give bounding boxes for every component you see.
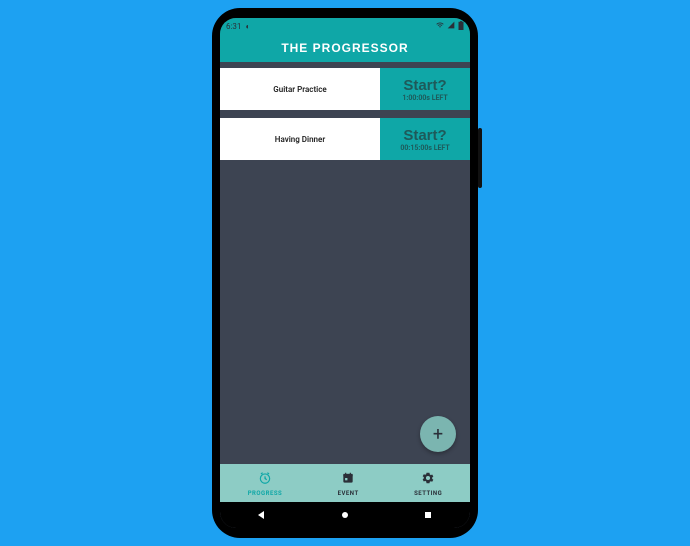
nav-setting[interactable]: SETTING bbox=[414, 470, 442, 497]
bottom-nav: PROGRESS EVENT SETTING bbox=[220, 464, 470, 502]
battery-icon bbox=[458, 21, 464, 32]
gear-icon bbox=[421, 470, 435, 489]
system-home-button[interactable] bbox=[339, 509, 351, 521]
nav-label: SETTING bbox=[414, 490, 442, 497]
plus-icon: + bbox=[433, 424, 443, 445]
screen: 6:31 ◐ THE PROGRESSOR Guitar Practice bbox=[220, 18, 470, 528]
start-label: Start? bbox=[403, 77, 446, 94]
system-back-button[interactable] bbox=[256, 509, 268, 521]
task-name-label: Having Dinner bbox=[220, 118, 380, 160]
system-nav-bar bbox=[220, 502, 470, 528]
task-start-button[interactable]: Start? 00:15:00s LEFT bbox=[380, 118, 470, 160]
app-title: THE PROGRESSOR bbox=[281, 41, 408, 55]
status-icon: ◐ bbox=[245, 22, 250, 31]
phone-frame: 6:31 ◐ THE PROGRESSOR Guitar Practice bbox=[212, 8, 478, 538]
nav-label: PROGRESS bbox=[248, 490, 283, 497]
clock-icon bbox=[258, 470, 272, 489]
task-card[interactable]: Guitar Practice Start? 1:00:00s LEFT bbox=[220, 68, 470, 110]
content-area: Guitar Practice Start? 1:00:00s LEFT Hav… bbox=[220, 62, 470, 502]
status-time: 6:31 bbox=[226, 22, 241, 31]
task-card[interactable]: Having Dinner Start? 00:15:00s LEFT bbox=[220, 118, 470, 160]
signal-icon bbox=[447, 21, 455, 31]
nav-event[interactable]: EVENT bbox=[338, 470, 359, 497]
time-remaining-label: 1:00:00s LEFT bbox=[402, 94, 447, 102]
task-start-button[interactable]: Start? 1:00:00s LEFT bbox=[380, 68, 470, 110]
time-remaining-label: 00:15:00s LEFT bbox=[400, 144, 449, 152]
nav-label: EVENT bbox=[338, 490, 359, 497]
phone-side-button bbox=[478, 128, 482, 188]
system-recent-button[interactable] bbox=[422, 509, 434, 521]
calendar-icon bbox=[341, 470, 355, 489]
task-name-label: Guitar Practice bbox=[220, 68, 380, 110]
start-label: Start? bbox=[403, 127, 446, 144]
wifi-icon bbox=[436, 21, 444, 31]
add-fab-button[interactable]: + bbox=[420, 416, 456, 452]
status-bar: 6:31 ◐ bbox=[220, 18, 470, 34]
app-bar: THE PROGRESSOR bbox=[220, 34, 470, 62]
nav-progress[interactable]: PROGRESS bbox=[248, 470, 283, 497]
